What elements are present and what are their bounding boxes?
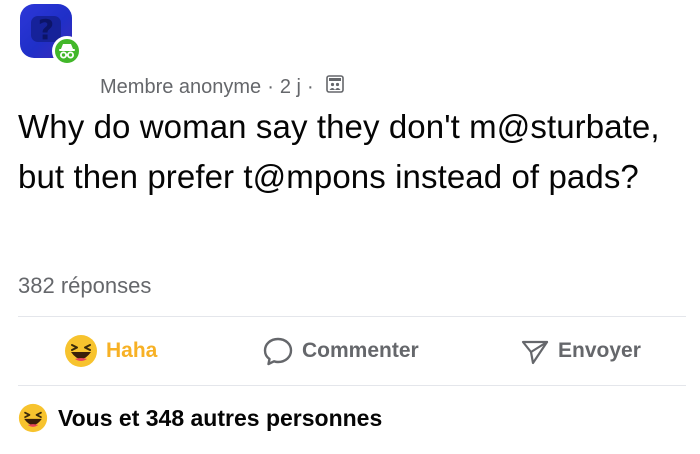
laughing-emoji-icon <box>65 335 97 367</box>
laughing-emoji-icon <box>18 403 48 433</box>
replies-count[interactable]: 382 réponses <box>18 273 151 299</box>
author-name[interactable]: Membre anonyme <box>100 76 261 99</box>
paper-plane-icon <box>521 340 549 365</box>
group-members-icon <box>325 75 344 99</box>
post-text: Why do woman say they don't m@sturbate, … <box>18 108 660 195</box>
comment-label: Commenter <box>302 339 419 362</box>
send-label: Envoyer <box>558 339 641 362</box>
speech-bubble-icon <box>263 337 293 366</box>
haha-label: Haha <box>106 339 158 362</box>
svg-text:?: ? <box>38 13 54 46</box>
send-button[interactable]: Envoyer <box>520 326 641 376</box>
comment-button[interactable]: Commenter <box>262 326 419 376</box>
reactions-label: Vous et 348 autres personnes <box>58 404 383 431</box>
action-bar: Haha Commenter Envoyer <box>0 326 700 376</box>
incognito-icon <box>52 36 82 66</box>
meta-separator: · <box>267 75 274 98</box>
haha-button[interactable]: Haha <box>64 326 157 376</box>
group-avatar[interactable]: ? <box>20 4 82 70</box>
meta-separator: · <box>306 75 314 98</box>
divider <box>18 385 686 386</box>
post-time[interactable]: 2 j <box>280 76 301 99</box>
reactions-summary[interactable]: Vous et 348 autres personnes <box>18 400 382 436</box>
divider <box>18 316 686 317</box>
post-meta: Membre anonyme · 2 j · <box>100 75 344 99</box>
